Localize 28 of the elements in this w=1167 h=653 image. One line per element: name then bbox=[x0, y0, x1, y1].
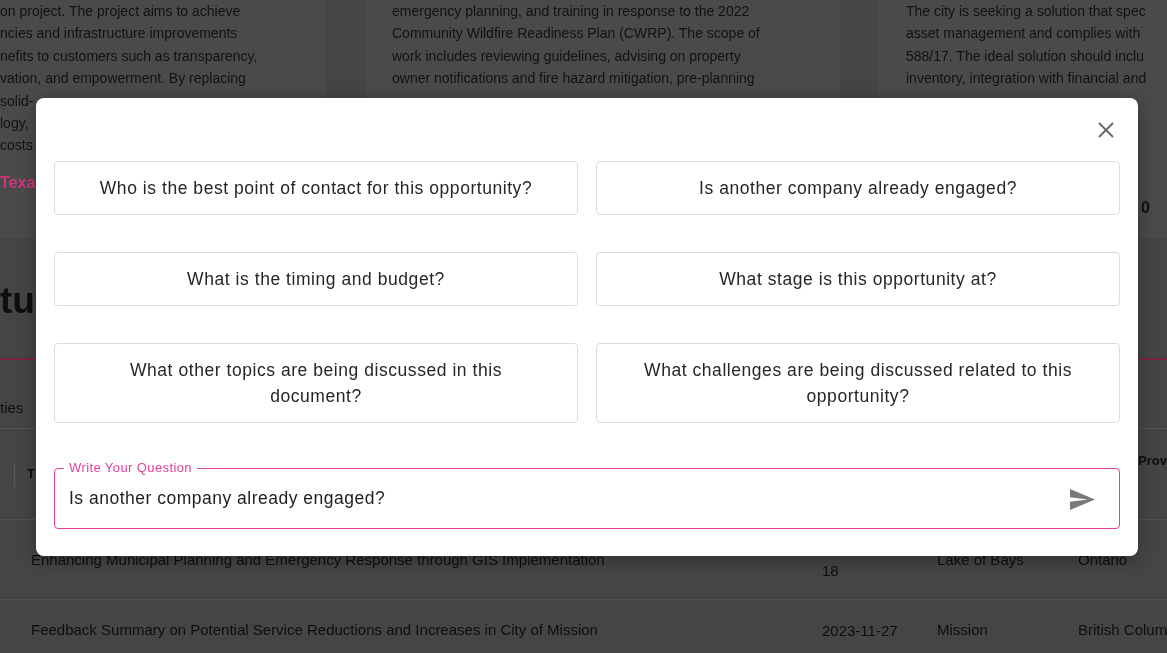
description-line: emergency planning, and training in response to the 2022 bbox=[392, 2, 750, 21]
send-button[interactable] bbox=[1070, 489, 1095, 510]
section-heading: tu bbox=[0, 279, 35, 323]
suggested-question-button[interactable]: Who is the best point of contact for this opportunity? bbox=[54, 161, 578, 215]
close-icon bbox=[1098, 122, 1114, 138]
description-line: vation, and empowerment. By replacing bbox=[0, 69, 246, 89]
description-line: inventory, integration with financial and bbox=[906, 69, 1147, 89]
suggested-question-button[interactable]: What challenges are being discussed related to this opportunity? bbox=[596, 343, 1120, 423]
description-line: on project. The project aims to achieve bbox=[0, 2, 241, 21]
value-text: 0 bbox=[1141, 197, 1150, 218]
field-label: Write Your Question bbox=[64, 460, 197, 475]
description-line: ncies and infrastructure improvements bbox=[0, 24, 238, 44]
description-line: work includes reviewing guidelines, advising on property bbox=[392, 46, 741, 66]
description-line: The city is seeking a solution that spec bbox=[906, 2, 1146, 21]
description-line: Community Wildfire Readiness Plan (CWRP). The scope of bbox=[392, 24, 760, 44]
description-line: nefits to customers such as transparency, bbox=[0, 46, 258, 66]
description-line: owner notifications and fire hazard mitigation, pre-planning bbox=[392, 69, 755, 89]
suggested-question-button[interactable]: Is another company already engaged? bbox=[596, 161, 1120, 215]
suggested-question-button[interactable]: What other topics are being discussed in this document? bbox=[54, 343, 578, 423]
suggested-question-button[interactable]: What stage is this opportunity at? bbox=[596, 252, 1120, 306]
suggested-question-button[interactable]: What is the timing and budget? bbox=[54, 252, 578, 306]
table-cell: 2023-11-27 bbox=[822, 621, 898, 641]
description-line: costs bbox=[0, 136, 33, 156]
description-line: solid- bbox=[0, 91, 34, 111]
description-line: 588/17. The ideal solution should inclu bbox=[906, 46, 1144, 66]
description-line: logy, bbox=[0, 114, 29, 134]
send-icon bbox=[1070, 489, 1095, 510]
description-line: asset management and complies with bbox=[906, 24, 1141, 44]
